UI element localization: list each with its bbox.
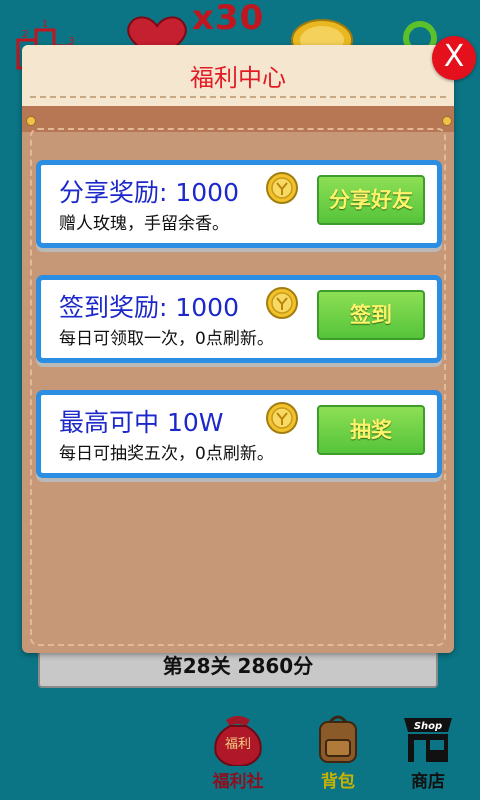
nav-shop[interactable]: Shop 商店 (388, 708, 468, 798)
svg-text:1: 1 (42, 19, 48, 30)
backpack-icon (319, 715, 357, 763)
nav-label: 福利社 (212, 772, 264, 792)
gold-coin-icon (266, 287, 298, 319)
close-button[interactable]: X (432, 36, 476, 80)
share-reward-card: 分享奖励: 1000 赠人玫瑰，手留余香。 分享好友 (36, 160, 442, 248)
rivet-icon (442, 116, 452, 126)
lives-counter: x30 (192, 0, 265, 38)
svg-text:Shop: Shop (414, 721, 442, 732)
card-description: 赠人玫瑰，手留余香。 (59, 214, 229, 234)
card-description: 每日可抽奖五次，0点刷新。 (59, 444, 274, 464)
svg-text:福利: 福利 (225, 737, 251, 752)
card-description: 每日可领取一次，0点刷新。 (59, 329, 274, 349)
nav-backpack[interactable]: 背包 (298, 708, 378, 798)
dialog-title: 福利中心 (190, 64, 286, 92)
header-stitch-divider (30, 96, 446, 98)
checkin-reward-card: 签到奖励: 1000 每日可领取一次，0点刷新。 签到 (36, 275, 442, 363)
card-title: 分享奖励: 1000 (59, 178, 239, 207)
rivet-icon (26, 116, 36, 126)
lottery-button[interactable]: 抽奖 (317, 405, 425, 455)
nav-label: 商店 (411, 772, 445, 792)
shop-icon: Shop (404, 718, 452, 762)
gold-coin-icon (266, 172, 298, 204)
nav-welfare[interactable]: 福利 福利社 (198, 708, 278, 798)
fortune-bag-icon: 福利 (214, 716, 262, 766)
lottery-card: 最高可中 10W 每日可抽奖五次，0点刷新。 抽奖 (36, 390, 442, 478)
svg-text:2: 2 (22, 29, 28, 40)
checkin-button[interactable]: 签到 (317, 290, 425, 340)
card-title: 最高可中 10W (59, 408, 224, 437)
gold-coin-icon (266, 402, 298, 434)
share-friends-button[interactable]: 分享好友 (317, 175, 425, 225)
card-title: 签到奖励: 1000 (59, 293, 239, 322)
nav-label: 背包 (321, 772, 355, 792)
